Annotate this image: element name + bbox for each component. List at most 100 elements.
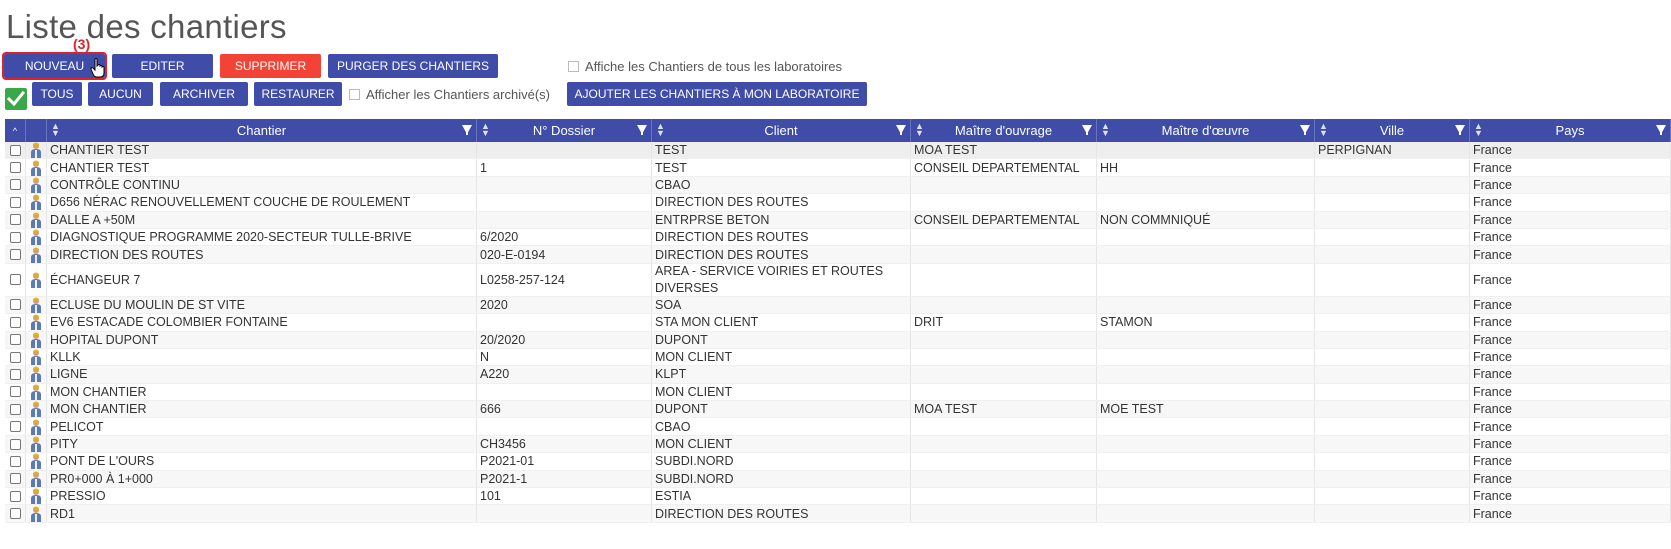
row-checkbox-cell[interactable]: [5, 228, 26, 246]
column-header-ville[interactable]: ▲ ▼ Ville: [1315, 119, 1470, 142]
row-checkbox[interactable]: [9, 214, 21, 226]
row-checkbox-cell[interactable]: [5, 505, 26, 522]
row-checkbox-cell[interactable]: [5, 263, 26, 296]
sort-icon[interactable]: ▲ ▼: [481, 122, 490, 138]
row-checkbox[interactable]: [9, 334, 21, 346]
sort-icon[interactable]: ▲ ▼: [915, 122, 924, 138]
row-checkbox[interactable]: [9, 403, 21, 415]
table-row[interactable]: PR0+000 À 1+000 P2021-1 SUBDI.NORD France: [5, 470, 1671, 489]
row-checkbox[interactable]: [9, 473, 21, 485]
column-header-client[interactable]: ▲ ▼ Client: [652, 119, 911, 142]
archives-checkbox[interactable]: [349, 89, 360, 100]
aucun-button[interactable]: AUCUN: [88, 82, 153, 106]
row-checkbox[interactable]: [9, 421, 21, 433]
table-row[interactable]: DIRECTION DES ROUTES 020-E-0194 DIRECTION …: [5, 246, 1671, 264]
row-checkbox-cell[interactable]: [5, 194, 26, 211]
row-checkbox[interactable]: [9, 196, 21, 208]
row-checkbox[interactable]: [9, 351, 21, 363]
row-checkbox-cell[interactable]: [5, 488, 26, 505]
row-checkbox-cell[interactable]: [5, 159, 26, 176]
row-checkbox-cell[interactable]: [5, 348, 26, 366]
table-row[interactable]: D656 NÉRAC RENOUVELLEMENT COUCHE DE ROUL…: [5, 194, 1671, 212]
filter-icon[interactable]: [1300, 125, 1310, 135]
row-checkbox-cell[interactable]: [5, 418, 26, 435]
supprimer-button[interactable]: SUPPRIMER: [220, 54, 321, 78]
row-checkbox-cell[interactable]: [5, 453, 26, 470]
restaurer-button[interactable]: RESTAURER: [254, 82, 342, 106]
table-row[interactable]: HOPITAL DUPONT 20/2020 DUPONT France: [5, 331, 1671, 349]
row-checkbox[interactable]: [9, 299, 21, 311]
editer-button[interactable]: EDITER: [112, 54, 213, 78]
archives-option[interactable]: Afficher les Chantiers archivé(s): [349, 87, 550, 102]
filter-icon[interactable]: [637, 125, 647, 135]
sort-icon[interactable]: ▲ ▼: [656, 122, 665, 138]
row-checkbox-cell[interactable]: [5, 296, 26, 314]
row-checkbox-cell[interactable]: [5, 211, 26, 228]
cell-dossier: [477, 383, 652, 401]
archiver-button[interactable]: ARCHIVER: [160, 82, 248, 106]
table-row[interactable]: CONTRÔLE CONTINU CBAO France: [5, 176, 1671, 195]
row-checkbox[interactable]: [9, 274, 21, 286]
tous-button[interactable]: TOUS: [32, 82, 82, 106]
row-checkbox[interactable]: [9, 438, 21, 450]
row-checkbox-cell[interactable]: [5, 142, 26, 159]
sort-icon[interactable]: ▲ ▼: [1101, 122, 1110, 138]
table-row[interactable]: DIAGNOSTIQUE PROGRAMME 2020-SECTEUR TULL…: [5, 228, 1671, 247]
column-header-pays[interactable]: ▲ ▼ Pays: [1470, 119, 1671, 142]
column-header-maitre-ouvrage[interactable]: ▲ ▼ Maître d'ouvrage: [911, 119, 1097, 142]
table-row[interactable]: MON CHANTIER MON CLIENT France: [5, 383, 1671, 402]
filter-icon[interactable]: [1082, 125, 1092, 135]
table-row[interactable]: PONT DE L'OURS P2021-01 SUBDI.NORD France: [5, 453, 1671, 471]
row-checkbox[interactable]: [9, 508, 21, 520]
row-checkbox[interactable]: [9, 316, 21, 328]
row-checkbox-cell[interactable]: [5, 470, 26, 488]
worker-icon: [31, 488, 41, 505]
table-row[interactable]: PITY CH3456 MON CLIENT France: [5, 435, 1671, 454]
table-row[interactable]: CHANTIER TEST 1 TEST CONSEIL DEPARTEMENTAL H…: [5, 159, 1671, 177]
table-row[interactable]: LIGNE A220 KLPT France: [5, 366, 1671, 384]
row-checkbox-cell[interactable]: [5, 176, 26, 194]
table-row[interactable]: PRESSIO 101 ESTIA France: [5, 488, 1671, 506]
row-checkbox[interactable]: [9, 490, 21, 502]
column-header-chantier[interactable]: ▲ ▼ Chantier: [47, 119, 477, 142]
row-checkbox[interactable]: [9, 386, 21, 398]
select-column-header[interactable]: ^: [5, 119, 26, 142]
sort-icon[interactable]: ▲ ▼: [51, 122, 60, 138]
table-row[interactable]: MON CHANTIER 666 DUPONT MOA TEST MOE TEST Fra…: [5, 401, 1671, 419]
row-checkbox[interactable]: [9, 368, 21, 380]
row-checkbox[interactable]: [9, 249, 21, 261]
table-row[interactable]: PELICOT CBAO France: [5, 418, 1671, 436]
row-checkbox-cell[interactable]: [5, 314, 26, 331]
row-checkbox-cell[interactable]: [5, 401, 26, 418]
table-row[interactable]: EV6 ESTACADE COLOMBIER FONTAINE STA MON C…: [5, 314, 1671, 332]
row-checkbox-cell[interactable]: [5, 246, 26, 263]
row-checkbox[interactable]: [9, 455, 21, 467]
row-checkbox-cell[interactable]: [5, 383, 26, 401]
row-checkbox-cell[interactable]: [5, 331, 26, 348]
sort-icon[interactable]: ▲ ▼: [1319, 122, 1328, 138]
column-header-maitre-oeuvre[interactable]: ▲ ▼ Maître d'œuvre: [1097, 119, 1315, 142]
row-checkbox-cell[interactable]: [5, 366, 26, 383]
table-row[interactable]: RD1 DIRECTION DES ROUTES France: [5, 505, 1671, 523]
table-row[interactable]: KLLK N MON CLIENT France: [5, 348, 1671, 367]
row-checkbox[interactable]: [9, 162, 21, 174]
sort-icon[interactable]: ▲ ▼: [1474, 122, 1483, 138]
table-row[interactable]: ÉCHANGEUR 7 L0258-257-124 AREA - SERVICE V…: [5, 263, 1671, 297]
table-row[interactable]: ECLUSE DU MOULIN DE ST VITE 2020 SOA France: [5, 296, 1671, 315]
row-checkbox[interactable]: [9, 179, 21, 191]
filter-icon[interactable]: [1455, 125, 1465, 135]
row-checkbox[interactable]: [9, 144, 21, 156]
table-row[interactable]: DALLE A +50M ENTRPRSE BETON CONSEIL DEPART…: [5, 211, 1671, 229]
select-all-check-icon[interactable]: [5, 88, 27, 110]
table-row[interactable]: CHANTIER TEST TEST MOA TEST PERPIGNAN France: [5, 142, 1671, 160]
row-checkbox-cell[interactable]: [5, 435, 26, 453]
purger-button[interactable]: PURGER DES CHANTIERS: [328, 54, 498, 78]
tous-labos-option[interactable]: Affiche les Chantiers de tous les labora…: [568, 59, 842, 74]
column-header-dossier[interactable]: ▲ ▼ N° Dossier: [477, 119, 652, 142]
ajouter-button[interactable]: AJOUTER LES CHANTIERS À MON LABORATOIRE: [567, 82, 867, 106]
filter-icon[interactable]: [462, 125, 472, 135]
filter-icon[interactable]: [896, 125, 906, 135]
row-checkbox[interactable]: [9, 231, 21, 243]
tous-labos-checkbox[interactable]: [568, 61, 579, 72]
filter-icon[interactable]: [1656, 125, 1666, 135]
